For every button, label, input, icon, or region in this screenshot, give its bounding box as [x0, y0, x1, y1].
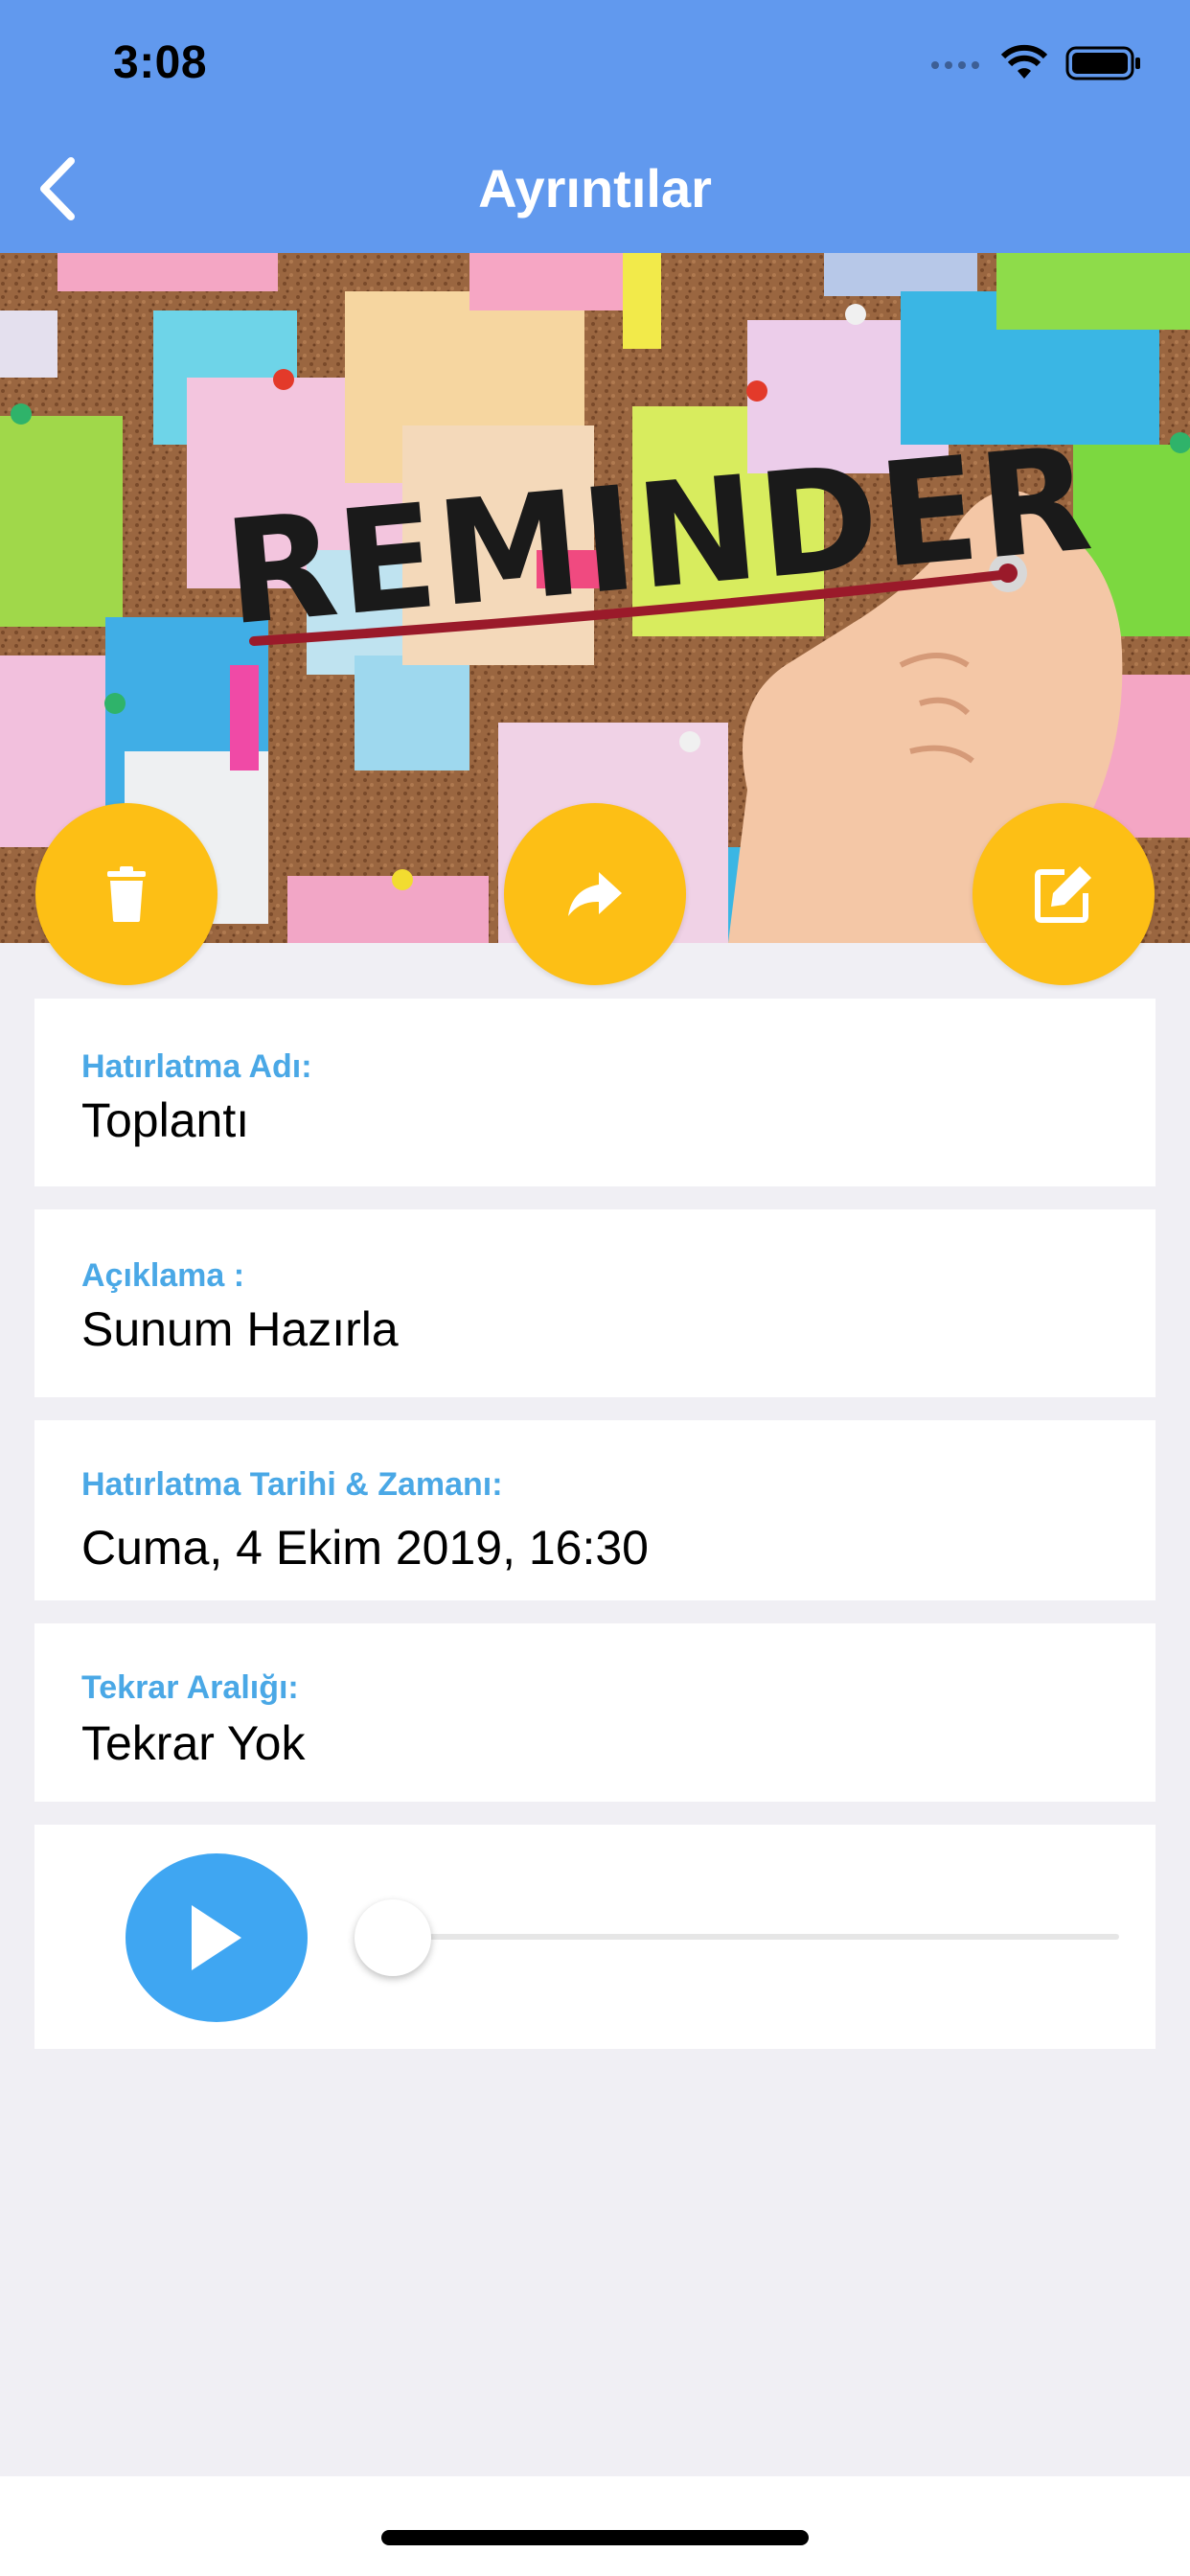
cellular-signal-icon	[931, 61, 979, 69]
wifi-icon	[1000, 44, 1048, 79]
repeat-card: Tekrar Aralığı: Tekrar Yok	[34, 1623, 1156, 1802]
status-time: 3:08	[113, 37, 208, 88]
reminder-name-label: Hatırlatma Adı:	[81, 1048, 312, 1085]
description-card: Açıklama : Sunum Hazırla	[34, 1209, 1156, 1397]
description-value: Sunum Hazırla	[81, 1302, 399, 1356]
navigation-header: 3:08 Ayrıntılar	[0, 0, 1190, 253]
edit-button[interactable]	[973, 803, 1155, 985]
page-title: Ayrıntılar	[478, 158, 712, 218]
trash-icon	[107, 866, 146, 922]
delete-button[interactable]	[35, 803, 217, 985]
description-label: Açıklama :	[81, 1257, 245, 1294]
repeat-label: Tekrar Aralığı:	[81, 1669, 299, 1706]
repeat-value: Tekrar Yok	[81, 1716, 306, 1770]
datetime-value: Cuma, 4 Ekim 2019, 16:30	[81, 1521, 649, 1575]
play-button[interactable]	[126, 1853, 308, 2022]
reminder-name-card: Hatırlatma Adı: Toplantı	[34, 999, 1156, 1186]
play-icon	[192, 1905, 241, 1970]
reminder-name-value: Toplantı	[81, 1093, 250, 1147]
bottom-safe-area	[0, 2476, 1190, 2576]
status-icons	[929, 44, 1142, 82]
edit-icon	[1035, 866, 1091, 923]
audio-progress-thumb[interactable]	[355, 1899, 431, 1976]
datetime-label: Hatırlatma Tarihi & Zamanı:	[81, 1466, 503, 1503]
datetime-card: Hatırlatma Tarihi & Zamanı: Cuma, 4 Ekim…	[34, 1420, 1156, 1600]
share-button[interactable]	[504, 803, 686, 985]
battery-icon	[1065, 46, 1140, 80]
audio-progress-track[interactable]	[391, 1934, 1119, 1940]
audio-player	[34, 1825, 1156, 2049]
share-forward-icon	[568, 872, 622, 916]
home-indicator[interactable]	[381, 2530, 809, 2545]
